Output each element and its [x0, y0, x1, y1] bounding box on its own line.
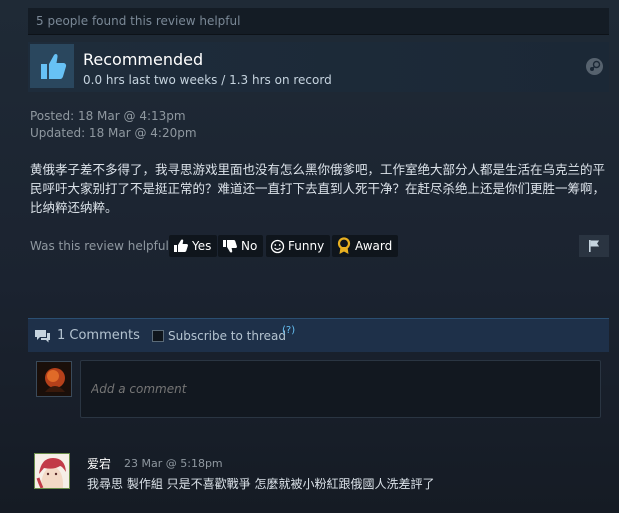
comment-text: 我尋思 製作組 只是不喜歡戰爭 怎麼就被小粉紅跟俄國人洗差評了: [87, 477, 435, 491]
comments-header: 1 Comments Subscribe to thread (?): [28, 318, 609, 352]
helpful-question: Was this review helpful?: [30, 239, 176, 253]
subscribe-checkbox[interactable]: [152, 330, 164, 342]
report-flag-button[interactable]: [579, 235, 609, 257]
thumbs-up-icon: [30, 44, 74, 88]
flag-icon: [589, 240, 600, 252]
commenter-avatar[interactable]: [34, 453, 70, 489]
current-user-avatar[interactable]: [36, 361, 72, 397]
comment-input[interactable]: [80, 360, 601, 418]
recommendation-title[interactable]: Recommended: [83, 50, 203, 69]
smiley-icon: [270, 239, 285, 253]
vote-funny-button[interactable]: Funny: [266, 235, 331, 257]
thumbs-down-icon: [223, 240, 237, 253]
posted-date: Posted: 18 Mar @ 4:13pm: [30, 109, 186, 123]
review-body: 黄俄孝子差不多得了，我寻思游戏里面也没有怎么黑你俄爹吧，工作室绝大部分人都是生活…: [30, 162, 606, 215]
vote-funny-label: Funny: [288, 239, 325, 253]
chat-bubble-icon: [35, 330, 50, 343]
vote-yes-button[interactable]: Yes: [169, 235, 218, 257]
recommendation-header[interactable]: Recommended 0.0 hrs last two weeks / 1.3…: [28, 42, 609, 92]
helpful-controls: Was this review helpful? Yes No Funny Aw…: [30, 234, 609, 258]
updated-date: Updated: 18 Mar @ 4:20pm: [30, 126, 197, 140]
post-dates: Posted: 18 Mar @ 4:13pm Updated: 18 Mar …: [30, 108, 197, 142]
comment-timestamp: 23 Mar @ 5:18pm: [124, 457, 223, 470]
playtime-hours: 0.0 hrs last two weeks / 1.3 hrs on reco…: [83, 73, 332, 87]
award-medal-icon: [337, 237, 351, 254]
vote-no-label: No: [241, 239, 258, 253]
comment-author[interactable]: 爱宕: [87, 455, 111, 472]
thumbs-up-icon: [174, 239, 188, 252]
vote-yes-label: Yes: [192, 239, 212, 253]
subscribe-help-link[interactable]: (?): [282, 325, 295, 336]
helpful-summary: 5 people found this review helpful: [28, 8, 609, 35]
vote-no-button[interactable]: No: [218, 235, 264, 257]
steam-icon: [586, 58, 603, 75]
award-button[interactable]: Award: [332, 235, 399, 257]
award-label: Award: [355, 239, 393, 253]
subscribe-label[interactable]: Subscribe to thread: [168, 329, 286, 343]
comments-count: 1 Comments: [57, 328, 140, 343]
